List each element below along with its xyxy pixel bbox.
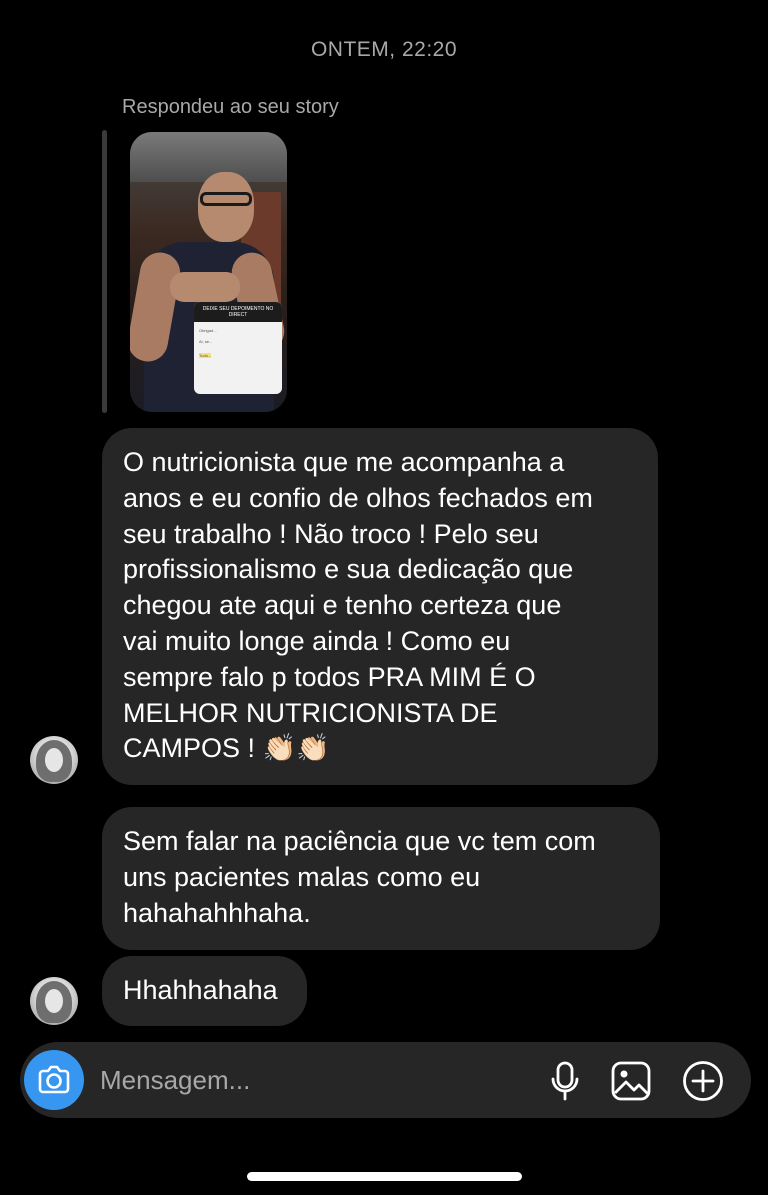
sender-avatar[interactable] [30, 977, 78, 1025]
microphone-button[interactable] [542, 1058, 588, 1104]
add-button[interactable] [680, 1058, 726, 1104]
story-card-line: Tudo... [199, 353, 212, 358]
avatar-face [45, 748, 63, 772]
story-thumbnail[interactable]: DEIXE SEU DEPOIMENTO NO DIRECT Obrigad..… [130, 132, 287, 412]
story-card-line: Obrigad... [199, 328, 217, 333]
message-bubble[interactable]: Sem falar na paciência que vc tem com un… [102, 807, 660, 950]
gallery-button[interactable] [608, 1058, 654, 1104]
story-person-face [198, 172, 254, 242]
camera-button[interactable] [24, 1050, 84, 1110]
home-indicator [247, 1172, 522, 1181]
message-bubble[interactable]: O nutricionista que me acompanha a anos … [102, 428, 658, 785]
message-bubble[interactable]: Hhahhahaha [102, 956, 307, 1026]
avatar-face [45, 989, 63, 1013]
plus-circle-icon [683, 1061, 723, 1101]
story-card-line: Ai, se... [199, 339, 213, 344]
message-composer [20, 1042, 751, 1118]
message-input[interactable] [100, 1062, 480, 1098]
story-background [130, 132, 287, 182]
story-question-card: DEIXE SEU DEPOIMENTO NO DIRECT Obrigad..… [194, 302, 282, 394]
story-person-glasses [200, 192, 252, 206]
story-card-title: DEIXE SEU DEPOIMENTO NO DIRECT [194, 302, 282, 322]
image-gallery-icon [611, 1061, 651, 1101]
story-reply-indicator [102, 130, 107, 413]
story-person-hands [170, 272, 240, 302]
sender-avatar[interactable] [30, 736, 78, 784]
message-timestamp: ONTEM, 22:20 [310, 38, 458, 61]
microphone-icon [551, 1061, 579, 1101]
camera-icon [38, 1065, 70, 1094]
story-reply-label: Respondeu ao seu story [122, 96, 339, 118]
